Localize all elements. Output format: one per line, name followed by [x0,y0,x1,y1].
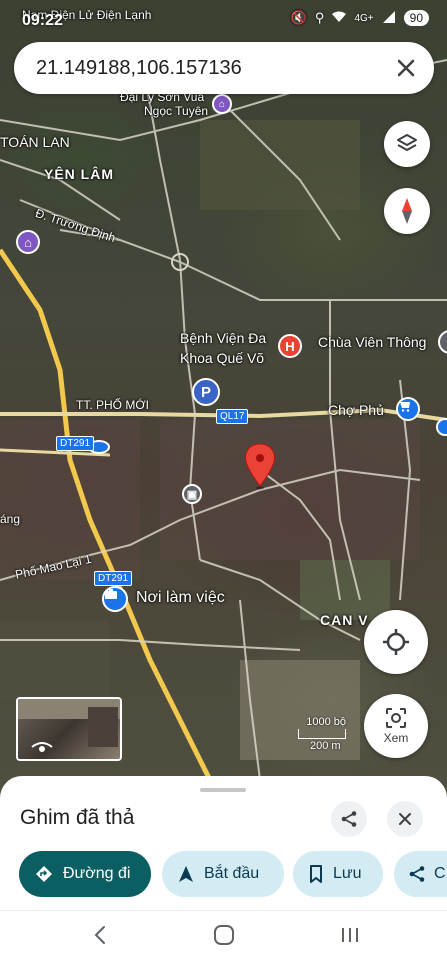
map-label-workplace: Nơi làm việc [136,589,225,606]
road-shield-dt291-b: DT291 [94,571,133,586]
map-label-yen-lam: YÊN LÂM [44,166,114,182]
map-label-cho-phu: Chợ Phủ [328,402,384,418]
edge-pin-icon[interactable] [436,418,447,436]
map-roads [0,49,447,782]
directions-button[interactable]: Đường đi [19,851,151,897]
save-button[interactable]: Lưu [293,851,383,897]
map-label-hospital-1: Bệnh Viện Đa [180,330,267,346]
signal-icon [382,10,396,26]
lens-view-button[interactable]: Xem [364,694,428,758]
temple-pin-icon[interactable]: ⌂ [16,230,40,254]
directions-label: Đường đi [63,865,131,882]
search-input[interactable]: 21.149188,106.157136 [36,57,242,80]
close-icon [399,813,411,825]
status-icons: 🔇 ⚲ 4G+ 90 [291,10,429,26]
map-label-hospital-2: Khoa Quế Võ [180,350,265,366]
network-type: 4G+ [354,12,374,24]
share-button[interactable] [331,801,367,837]
map-view[interactable]: Nam Điện Lử Điện Lạnh Đại Lý Sơn Vua Ngọ… [0,0,447,800]
share-icon [409,866,425,882]
start-button[interactable]: Bắt đầu [162,851,284,897]
start-label: Bắt đầu [204,865,260,882]
status-bar: 09:22 🔇 ⚲ 4G+ 90 [0,0,447,38]
map-scale: 1000 bộ 200 m [298,716,346,752]
home-button[interactable] [204,919,244,951]
compass-icon [402,198,412,224]
lens-icon [386,708,406,728]
location-status-icon: ⚲ [314,10,325,25]
sheet-title: Ghim đã thả [20,806,135,829]
search-bar[interactable]: 21.149188,106.157136 [14,42,434,94]
layers-icon [397,134,417,151]
bookmark-icon [310,865,322,883]
workplace-pin-icon[interactable] [102,586,128,612]
shop-pin-icon[interactable]: ⌂ [212,94,232,114]
navigation-arrow-icon [179,866,193,882]
map-label-ang: áng [0,512,21,526]
layers-button[interactable] [384,121,430,167]
sheet-drag-handle[interactable] [200,788,246,792]
recents-button[interactable] [330,919,370,951]
status-time: 09:22 [22,12,63,29]
back-button[interactable] [80,919,120,951]
market-pin-icon[interactable] [396,397,420,421]
map-label-chua: Chùa Viên Thông [318,334,427,350]
home-icon [214,925,234,945]
close-icon [397,59,415,77]
mute-icon: 🔇 [290,10,307,25]
battery-level: 90 [403,10,429,26]
share-chip-button[interactable]: C [394,851,447,897]
scale-meters: 200 m [310,740,341,752]
bus-stop-icon[interactable]: ▣ [182,484,202,504]
map-label-shop-name: Ngọc Tuyên [144,104,209,118]
directions-icon [36,866,52,882]
recents-icon [342,928,358,942]
crosshair-icon [383,629,409,655]
hospital-pin-icon[interactable]: H [278,334,302,358]
wifi-icon [332,11,347,26]
save-label: Lưu [333,865,362,882]
compass-button[interactable] [384,188,430,234]
map-label-can-v: CAN V [320,612,369,628]
parking-pin-icon[interactable]: P [192,378,220,406]
road-shield-dt291-a: DT291 [56,436,95,451]
road-shield-ql17: QL17 [216,409,249,424]
share-chip-label: C [434,865,446,882]
clear-search-button[interactable] [392,54,420,82]
back-icon [94,926,105,944]
map-label-pho-moi: TT. PHỐ MỚI [76,398,149,412]
system-nav-bar [0,910,447,959]
lens-view-label: Xem [383,731,409,745]
share-icon [341,811,357,827]
scale-feet: 1000 bộ [306,716,346,728]
map-label-toan-lan: TOÁN LAN [0,134,70,150]
close-sheet-button[interactable] [387,801,423,837]
my-location-button[interactable] [364,610,428,674]
street-view-thumbnail[interactable] [16,697,122,761]
